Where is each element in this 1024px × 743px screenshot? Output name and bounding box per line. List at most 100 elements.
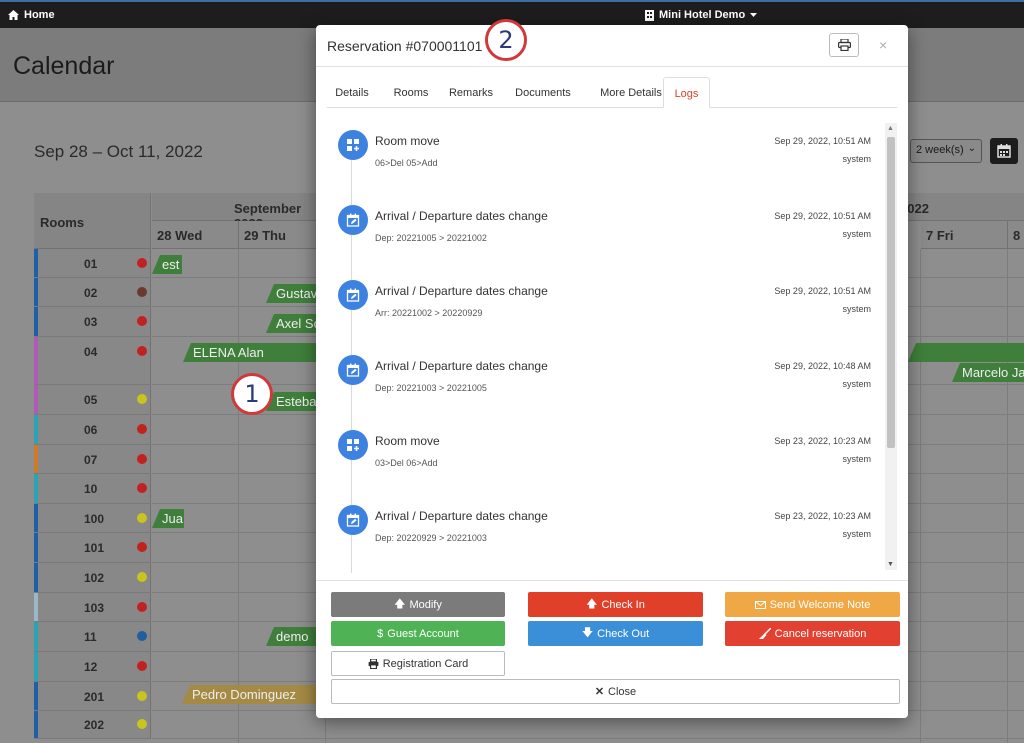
arrow-up-icon: 🡅: [394, 598, 406, 610]
room-type-stripe: [34, 622, 38, 651]
room-row: 102: [34, 563, 151, 593]
grid-line: [152, 738, 1024, 739]
day-header: 7 Fri: [921, 221, 1008, 249]
room-status-dot: [137, 394, 147, 404]
log-item: Room move 03>Del 06>Add Sep 23, 2022, 10:2…: [327, 430, 875, 500]
scroll-down-icon[interactable]: ▼: [887, 561, 894, 568]
room-type-stripe: [34, 711, 38, 738]
modify-label: Modify: [409, 598, 442, 611]
hotel-dropdown[interactable]: Mini Hotel Demo: [645, 9, 758, 21]
log-detail: Dep: 20221005 > 20221002: [375, 233, 487, 243]
room-name: 05: [84, 393, 98, 407]
tab-details[interactable]: Details: [327, 77, 377, 108]
arrow-up-icon: 🡅: [586, 598, 598, 610]
scroll-thumb[interactable]: [887, 137, 895, 448]
reservation-bar[interactable]: demo: [266, 627, 318, 646]
modal-title: Reservation #070001101: [327, 38, 483, 54]
room-name: 100: [84, 512, 105, 526]
tab-remarks[interactable]: Remarks: [440, 77, 502, 108]
reservation-bar[interactable]: ELENA Alan: [183, 343, 319, 362]
tab-documents[interactable]: Documents: [507, 77, 579, 108]
log-detail: 03>Del 06>Add: [375, 458, 438, 468]
tab-logs[interactable]: Logs: [663, 77, 710, 108]
day-header: 28 Wed: [152, 221, 239, 249]
broom-icon: [758, 628, 771, 639]
room-type-stripe: [34, 533, 38, 562]
log-title: Arrival / Departure dates change: [375, 359, 548, 373]
check-in-button[interactable]: 🡅 Check In: [528, 592, 703, 617]
calendar-edit-icon: [346, 363, 360, 377]
room-status-dot: [137, 258, 147, 268]
room-row: 02: [34, 278, 151, 307]
log-icon: [338, 505, 368, 535]
room-type-stripe: [34, 249, 38, 277]
room-type-stripe: [34, 385, 38, 414]
room-status-dot: [137, 691, 147, 701]
guest-account-button[interactable]: $ Guest Account: [331, 621, 505, 646]
room-row: 01: [34, 249, 151, 278]
weeks-select-value: 2 week(s): [916, 144, 964, 156]
check-out-button[interactable]: 🡇 Check Out: [528, 621, 703, 646]
room-name: 12: [84, 660, 98, 674]
room-type-stripe: [34, 337, 38, 384]
registration-card-label: Registration Card: [382, 657, 469, 670]
day-header: 29 Thu: [239, 221, 326, 249]
reservation-bar[interactable]: Pedro Dominguez: [182, 685, 322, 704]
room-row: 100: [34, 504, 151, 533]
chevron-down-icon: ⌄: [967, 143, 976, 154]
logs-scrollbar[interactable]: ▲ ▼: [885, 123, 897, 570]
log-item: Room move 06>Del 05>Add Sep 29, 2022, 10:5…: [327, 130, 875, 200]
weeks-select[interactable]: 2 week(s) ⌄: [910, 139, 982, 163]
log-detail: Arr: 20221002 > 20220929: [375, 308, 483, 318]
log-date: Sep 29, 2022, 10:51 AM: [774, 211, 871, 221]
day-header: 8: [1008, 221, 1024, 249]
room-status-dot: [137, 542, 147, 552]
room-status-dot: [137, 631, 147, 641]
home-label: Home: [24, 9, 55, 21]
reservation-bar[interactable]: Marcelo Ja: [952, 363, 1024, 382]
date-range: Sep 28 – Oct 11, 2022: [34, 142, 203, 161]
print-button[interactable]: [829, 33, 859, 57]
send-welcome-note-button[interactable]: Send Welcome Note: [725, 592, 900, 617]
room-type-stripe: [34, 652, 38, 681]
cancel-reservation-button[interactable]: Cancel reservation: [725, 621, 900, 646]
month-header-october: 2022: [894, 193, 1024, 221]
room-move-icon: [347, 139, 359, 151]
registration-card-button[interactable]: Registration Card: [331, 651, 505, 676]
reservation-bar[interactable]: Jua: [152, 509, 184, 528]
reservation-bar[interactable]: Axel Sc: [266, 314, 318, 333]
room-row: 12: [34, 652, 151, 682]
modify-button[interactable]: 🡅 Modify: [331, 592, 505, 617]
log-date: Sep 23, 2022, 10:23 AM: [774, 511, 871, 521]
room-row: 06: [34, 415, 151, 445]
calendar-picker-button[interactable]: [990, 138, 1018, 164]
caret-down-icon: [750, 12, 758, 17]
reservation-bar[interactable]: Gustav: [266, 284, 318, 303]
logs-list: Room move 06>Del 05>Add Sep 29, 2022, 10:5…: [327, 118, 887, 573]
log-detail: Dep: 20220929 > 20221003: [375, 533, 487, 543]
scroll-up-icon[interactable]: ▲: [887, 125, 894, 132]
tab-more-details[interactable]: More Details: [589, 77, 673, 108]
log-detail: Dep: 20221003 > 20221005: [375, 383, 487, 393]
print-icon: [368, 658, 379, 669]
log-title: Arrival / Departure dates change: [375, 209, 548, 223]
reservation-bar[interactable]: [908, 343, 1024, 362]
room-status-dot: [137, 661, 147, 671]
reservation-bar[interactable]: Esteba: [266, 392, 318, 411]
log-title: Arrival / Departure dates change: [375, 509, 548, 523]
home-link[interactable]: Home: [8, 9, 55, 21]
room-name: 103: [84, 601, 105, 615]
room-row: 101: [34, 533, 151, 563]
reservation-bar[interactable]: est: [152, 255, 182, 274]
modal-close-x[interactable]: ×: [879, 37, 887, 53]
log-title: Room move: [375, 134, 440, 148]
room-type-stripe: [34, 563, 38, 592]
log-detail: 06>Del 05>Add: [375, 158, 438, 168]
callout-badge: 1: [231, 373, 273, 415]
log-icon: [338, 130, 368, 160]
log-user: system: [842, 379, 871, 389]
tab-rooms[interactable]: Rooms: [381, 77, 441, 108]
close-button[interactable]: ✕ Close: [331, 679, 900, 704]
log-date: Sep 29, 2022, 10:48 AM: [774, 361, 871, 371]
dollar-icon: $: [377, 627, 384, 640]
